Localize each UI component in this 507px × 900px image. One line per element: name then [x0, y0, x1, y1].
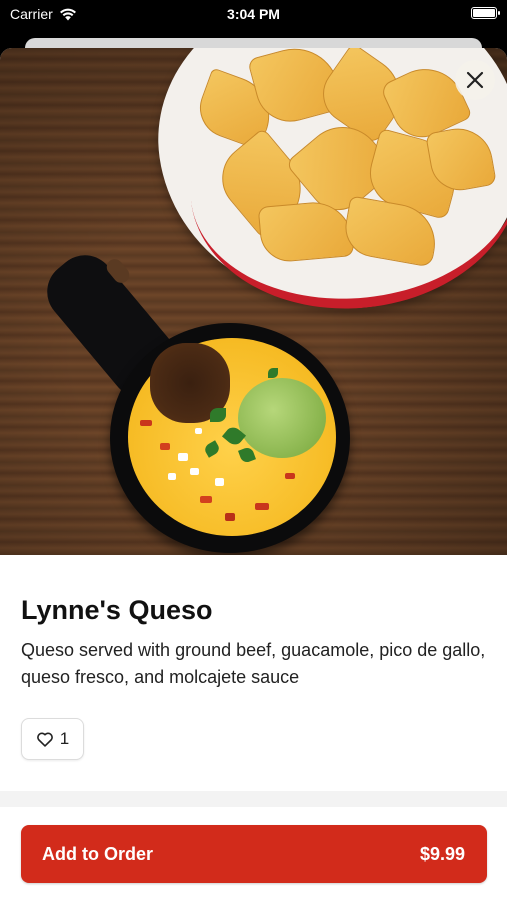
section-divider	[0, 791, 507, 807]
status-bar: Carrier 3:04 PM	[0, 0, 507, 30]
close-icon	[466, 71, 484, 89]
add-to-order-label: Add to Order	[42, 843, 153, 864]
guacamole	[238, 378, 326, 458]
item-detail-sheet: Lynne's Queso Queso served with ground b…	[0, 48, 507, 900]
item-title: Lynne's Queso	[21, 595, 213, 625]
close-button[interactable]	[455, 60, 495, 100]
chips-basket	[139, 48, 507, 338]
item-photo	[0, 48, 507, 555]
order-footer: Add to Order $9.99	[0, 807, 507, 900]
status-time: 3:04 PM	[227, 6, 280, 22]
like-button[interactable]: 1	[21, 718, 84, 760]
item-price: $9.99	[419, 843, 465, 864]
battery-icon	[471, 7, 500, 19]
heart-icon	[36, 732, 53, 747]
like-count: 1	[59, 729, 70, 748]
item-description: Queso served with ground beef, guacamole…	[21, 640, 486, 687]
add-to-order-button[interactable]: Add to Order $9.99	[21, 825, 487, 883]
